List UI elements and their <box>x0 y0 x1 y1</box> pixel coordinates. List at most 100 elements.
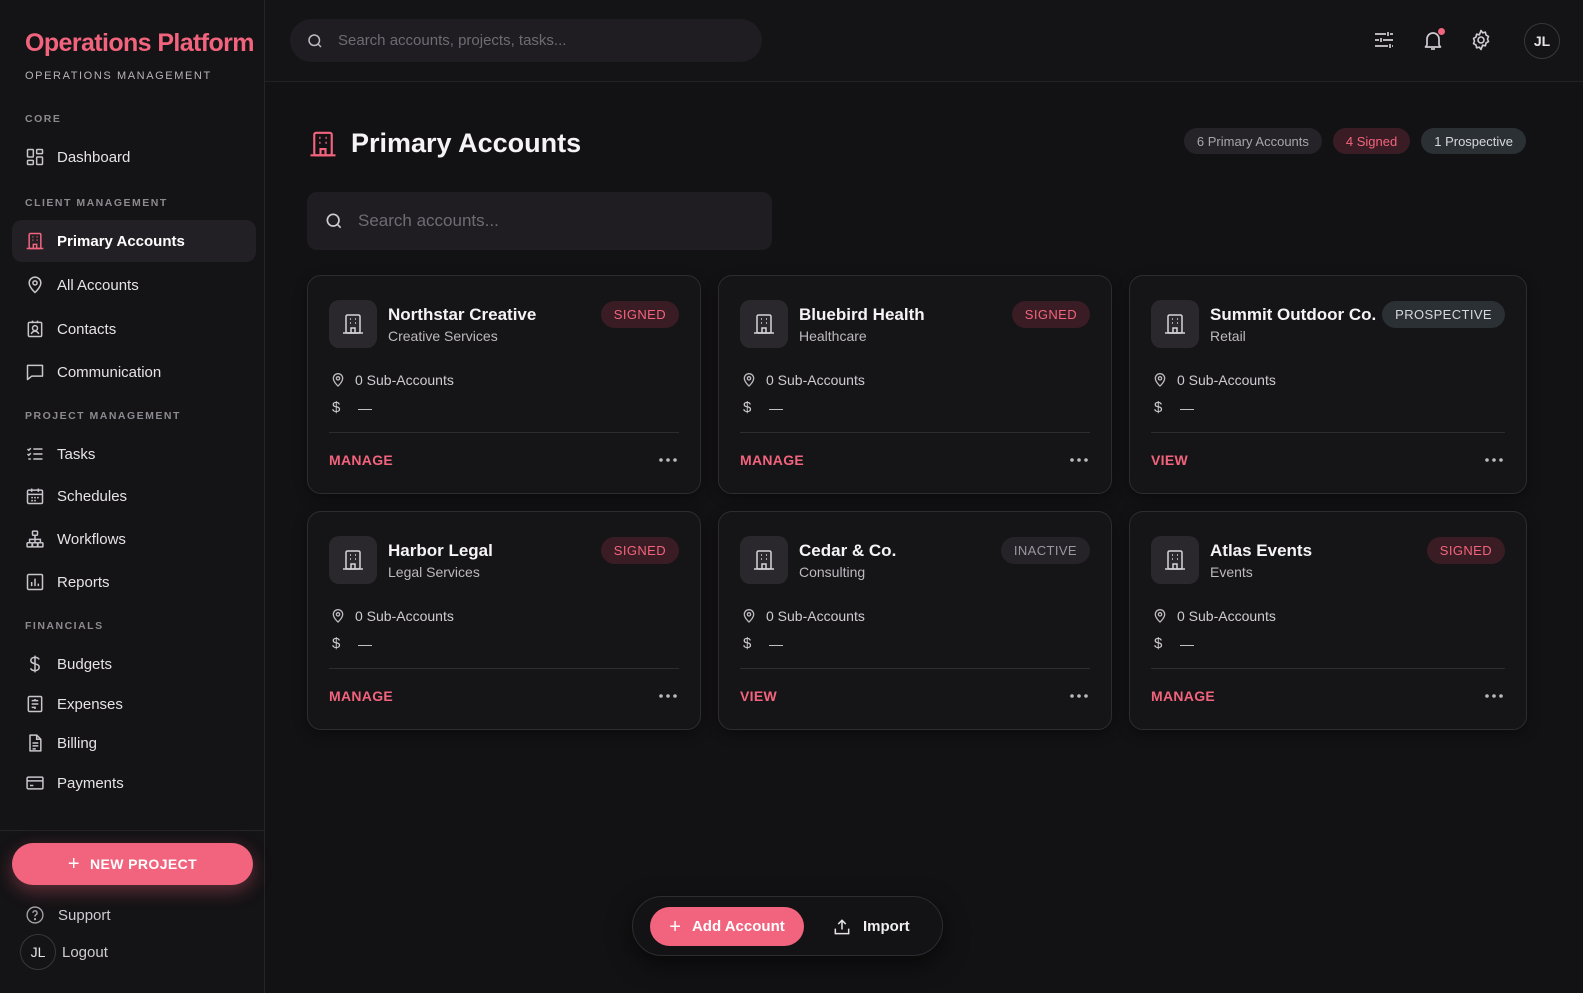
section-label-financials: FINANCIALS <box>25 620 104 632</box>
user-avatar[interactable]: JL <box>1524 23 1560 59</box>
account-industry: Consulting <box>799 564 866 580</box>
status-badge: SIGNED <box>600 537 679 564</box>
more-options-icon[interactable] <box>657 687 679 705</box>
sidebar-item-label: Schedules <box>57 487 128 505</box>
sidebar-item-expenses[interactable]: Expenses <box>12 683 256 725</box>
status-badge: PROSPECTIVE <box>1382 301 1505 328</box>
more-options-icon[interactable] <box>1483 687 1505 705</box>
status-badge: SIGNED <box>1426 537 1505 564</box>
sidebar-item-label: Contacts <box>57 320 117 338</box>
help-circle-icon <box>25 905 45 925</box>
sidebar-item-workflows[interactable]: Workflows <box>12 518 256 560</box>
card-divider <box>329 668 679 669</box>
task-list-icon <box>25 444 45 464</box>
account-name[interactable]: Summit Outdoor Co. <box>1210 305 1376 325</box>
support-label: Support <box>58 906 111 924</box>
sidebar-item-payments[interactable]: Payments <box>12 762 256 804</box>
building-icon <box>1151 300 1199 348</box>
account-name[interactable]: Cedar & Co. <box>799 541 896 561</box>
more-options-icon[interactable] <box>1068 687 1090 705</box>
building-icon <box>740 300 788 348</box>
dollar-icon: $ <box>1154 399 1163 416</box>
sub-accounts-row: 0 Sub-Accounts <box>330 608 454 624</box>
sidebar-item-label: Billing <box>57 734 98 752</box>
account-card[interactable]: Summit Outdoor Co. Retail PROSPECTIVE 0 … <box>1129 275 1527 494</box>
sidebar-item-dashboard[interactable]: Dashboard <box>12 136 256 178</box>
sidebar-item-communication[interactable]: Communication <box>12 351 256 393</box>
dollar-icon: $ <box>743 399 752 416</box>
calendar-icon <box>25 486 45 506</box>
account-search-input[interactable] <box>358 211 758 231</box>
topbar: JL <box>265 0 1583 82</box>
filter-sliders-icon[interactable] <box>1372 28 1396 52</box>
more-options-icon[interactable] <box>657 451 679 469</box>
logout-link[interactable]: JL Logout <box>20 934 108 970</box>
sidebar-item-contacts[interactable]: Contacts <box>12 308 256 350</box>
add-account-button[interactable]: + Add Account <box>650 907 804 946</box>
sub-accounts-count: 0 Sub-Accounts <box>355 608 454 624</box>
account-industry: Legal Services <box>388 564 480 580</box>
status-badge: SIGNED <box>1011 301 1090 328</box>
view-link[interactable]: VIEW <box>740 688 777 704</box>
status-badge: SIGNED <box>600 301 679 328</box>
section-label-project-management: PROJECT MANAGEMENT <box>25 410 181 422</box>
dashboard-icon <box>25 147 45 167</box>
more-options-icon[interactable] <box>1068 451 1090 469</box>
amount-value: — <box>1180 635 1194 652</box>
notifications-bell-icon[interactable] <box>1421 28 1445 52</box>
plus-icon: + <box>669 915 681 938</box>
sidebar-item-billing[interactable]: Billing <box>12 722 256 764</box>
manage-link[interactable]: MANAGE <box>740 452 804 468</box>
building-icon <box>329 536 377 584</box>
prospective-count-badge: 1 Prospective <box>1421 128 1526 154</box>
manage-link[interactable]: MANAGE <box>1151 688 1215 704</box>
signed-count-badge: 4 Signed <box>1332 128 1411 154</box>
sub-accounts-row: 0 Sub-Accounts <box>330 372 454 388</box>
status-badge: INACTIVE <box>1000 537 1090 564</box>
floating-action-bar: + Add Account Import <box>632 896 943 956</box>
manage-link[interactable]: MANAGE <box>329 452 393 468</box>
amount-row: $ — <box>741 399 783 416</box>
manage-link[interactable]: MANAGE <box>329 688 393 704</box>
map-pin-icon <box>25 275 45 295</box>
building-icon <box>25 231 45 251</box>
sidebar-item-label: Dashboard <box>57 148 131 166</box>
brand-title[interactable]: Operations Platform <box>25 29 255 58</box>
building-icon <box>1151 536 1199 584</box>
gear-icon[interactable] <box>1469 28 1493 52</box>
sidebar-item-label: Budgets <box>57 655 113 673</box>
dollar-icon: $ <box>1154 635 1163 652</box>
account-name[interactable]: Northstar Creative <box>388 305 536 325</box>
account-name[interactable]: Harbor Legal <box>388 541 493 561</box>
new-project-button[interactable]: + NEW PROJECT <box>12 843 253 885</box>
dollar-icon: $ <box>332 399 341 416</box>
section-label-client-management: CLIENT MANAGEMENT <box>25 197 168 209</box>
amount-row: $ — <box>1152 635 1194 652</box>
account-name[interactable]: Bluebird Health <box>799 305 925 325</box>
avatar: JL <box>20 934 56 970</box>
sidebar-item-tasks[interactable]: Tasks <box>12 433 256 475</box>
sidebar-item-reports[interactable]: Reports <box>12 561 256 603</box>
sidebar-item-all-accounts[interactable]: All Accounts <box>12 264 256 306</box>
sidebar-item-primary-accounts[interactable]: Primary Accounts <box>12 220 256 262</box>
account-industry: Events <box>1210 564 1253 580</box>
sidebar-item-schedules[interactable]: Schedules <box>12 475 256 517</box>
view-link[interactable]: VIEW <box>1151 452 1188 468</box>
map-pin-icon <box>1152 608 1168 624</box>
global-search-input[interactable] <box>338 32 738 49</box>
map-pin-icon <box>330 372 346 388</box>
sub-accounts-count: 0 Sub-Accounts <box>355 372 454 388</box>
building-icon <box>329 300 377 348</box>
account-card[interactable]: Cedar & Co. Consulting INACTIVE 0 Sub-Ac… <box>718 511 1112 730</box>
section-label-core: CORE <box>25 113 62 125</box>
account-card[interactable]: Atlas Events Events SIGNED 0 Sub-Account… <box>1129 511 1527 730</box>
sidebar-item-budgets[interactable]: Budgets <box>12 643 256 685</box>
sidebar-divider <box>0 830 264 831</box>
account-card[interactable]: Harbor Legal Legal Services SIGNED 0 Sub… <box>307 511 701 730</box>
support-link[interactable]: Support <box>25 905 111 925</box>
more-options-icon[interactable] <box>1483 451 1505 469</box>
account-name[interactable]: Atlas Events <box>1210 541 1312 561</box>
account-card[interactable]: Northstar Creative Creative Services SIG… <box>307 275 701 494</box>
import-button[interactable]: Import <box>832 907 910 946</box>
account-card[interactable]: Bluebird Health Healthcare SIGNED 0 Sub-… <box>718 275 1112 494</box>
